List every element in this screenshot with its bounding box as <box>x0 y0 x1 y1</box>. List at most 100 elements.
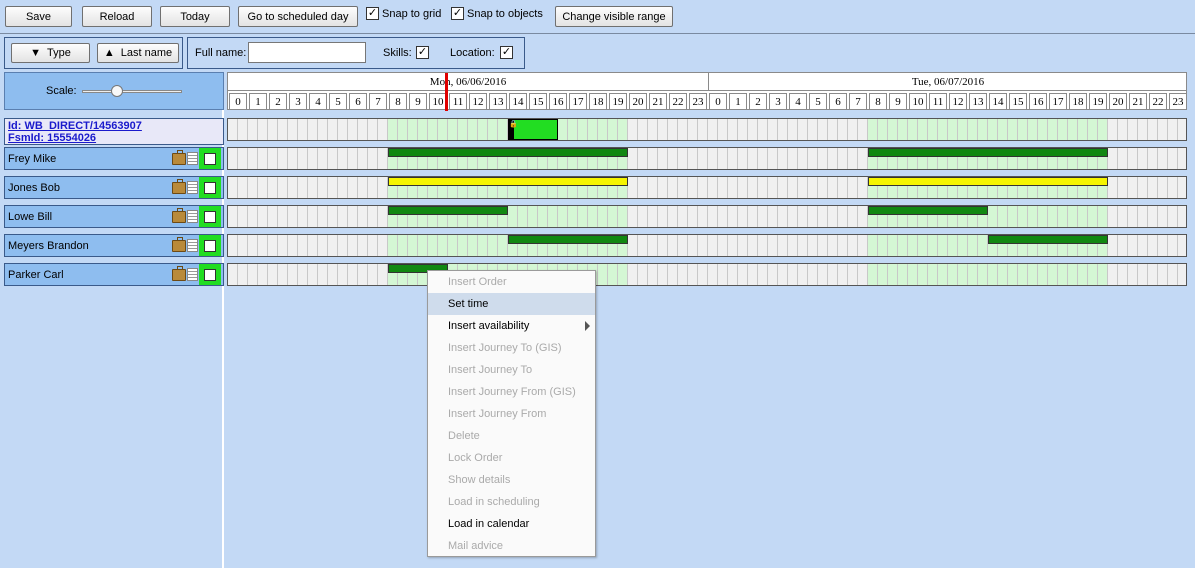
toolbox-icon[interactable] <box>172 265 186 281</box>
availability-bar[interactable] <box>388 206 508 215</box>
hour-label: 1 <box>729 93 747 110</box>
document-icon[interactable] <box>187 239 198 252</box>
hour-label: 18 <box>589 93 607 110</box>
menu-item-label: Insert availability <box>448 320 530 332</box>
toolbox-icon[interactable] <box>172 207 186 223</box>
toolbox-icon[interactable] <box>172 149 186 165</box>
resource-select-checkbox[interactable] <box>199 264 221 285</box>
snap-to-grid-label: Snap to grid <box>382 7 442 20</box>
scale-slider-thumb[interactable] <box>111 85 123 97</box>
menu-item-lock-order[interactable]: Lock Order <box>428 447 595 469</box>
context-menu: Insert Order Set time Insert availability I… <box>427 270 596 557</box>
sort-asc-icon: ▲ <box>103 47 115 59</box>
save-button[interactable]: Save <box>5 6 72 27</box>
resource-schedule-row[interactable] <box>227 205 1187 228</box>
change-visible-range-button[interactable]: Change visible range <box>555 6 673 27</box>
order-id-link[interactable]: Id: WB_DIRECT/14563907 <box>8 120 220 132</box>
snap-to-objects-toggle[interactable]: ✓ Snap to objects <box>451 7 543 20</box>
availability-bar[interactable] <box>868 177 1108 186</box>
resource-row[interactable]: Frey Mike <box>4 147 224 170</box>
order-fsmid-link[interactable]: FsmId: 15554026 <box>8 132 220 144</box>
menu-item-label: Mail advice <box>448 540 504 552</box>
hour-label: 5 <box>809 93 827 110</box>
menu-item-insert-journey-from-gis[interactable]: Insert Journey From (GIS) <box>428 381 595 403</box>
reload-button[interactable]: Reload <box>82 6 152 27</box>
hour-label: 10 <box>909 93 927 110</box>
resource-select-checkbox[interactable] <box>199 177 221 198</box>
hour-label: 0 <box>709 93 727 110</box>
snap-to-grid-checkbox[interactable]: ✓ <box>366 7 379 20</box>
availability-bar[interactable] <box>868 148 1108 157</box>
document-icon[interactable] <box>187 152 198 165</box>
hour-label: 20 <box>629 93 647 110</box>
menu-item-load-in-calendar[interactable]: Load in calendar <box>428 513 595 535</box>
scale-slider-track[interactable] <box>82 90 182 93</box>
resource-select-checkbox[interactable] <box>199 206 221 227</box>
resource-select-checkbox[interactable] <box>199 148 221 169</box>
resource-row[interactable]: Lowe Bill <box>4 205 224 228</box>
fullname-input[interactable] <box>248 42 366 63</box>
document-icon[interactable] <box>187 181 198 194</box>
sort-desc-icon: ▼ <box>30 47 42 59</box>
hour-label: 9 <box>889 93 907 110</box>
document-icon[interactable] <box>187 268 198 281</box>
menu-item-delete[interactable]: Delete <box>428 425 595 447</box>
sort-box: ▼ Type ▲ Last name <box>4 37 183 69</box>
resource-name: Lowe Bill <box>8 210 53 223</box>
hour-label: 16 <box>1029 93 1047 110</box>
menu-item-mail-advice[interactable]: Mail advice <box>428 535 595 557</box>
go-to-scheduled-day-button[interactable]: Go to scheduled day <box>238 6 358 27</box>
hour-label: 4 <box>789 93 807 110</box>
menu-item-insert-journey-to[interactable]: Insert Journey To <box>428 359 595 381</box>
scale-box: Scale: <box>4 72 224 110</box>
menu-item-set-time[interactable]: Set time <box>428 293 595 315</box>
resource-schedule-row[interactable] <box>227 234 1187 257</box>
hour-label: 22 <box>1149 93 1167 110</box>
document-icon[interactable] <box>187 210 198 223</box>
resource-name: Meyers Brandon <box>8 239 89 252</box>
hour-label: 23 <box>1169 93 1187 110</box>
menu-item-show-details[interactable]: Show details <box>428 469 595 491</box>
snap-to-grid-toggle[interactable]: ✓ Snap to grid <box>366 7 441 20</box>
skills-checkbox[interactable]: ✓ <box>416 46 429 59</box>
location-checkbox[interactable]: ✓ <box>500 46 513 59</box>
resource-row[interactable]: Meyers Brandon <box>4 234 224 257</box>
menu-item-insert-journey-from[interactable]: Insert Journey From <box>428 403 595 425</box>
menu-item-load-in-scheduling[interactable]: Load in scheduling <box>428 491 595 513</box>
sort-type-button[interactable]: ▼ Type <box>11 43 90 63</box>
hour-label: 3 <box>769 93 787 110</box>
hour-label: 16 <box>549 93 567 110</box>
menu-item-insert-order[interactable]: Insert Order <box>428 271 595 293</box>
order-schedule-row[interactable]: 🔒 <box>227 118 1187 141</box>
hour-label: 11 <box>449 93 467 110</box>
day-label-tue: Tue, 06/07/2016 <box>708 73 1187 90</box>
resource-schedule-row[interactable] <box>227 263 1187 286</box>
resource-row[interactable]: Jones Bob <box>4 176 224 199</box>
hour-label: 18 <box>1069 93 1087 110</box>
resource-schedule-row[interactable] <box>227 176 1187 199</box>
today-button[interactable]: Today <box>160 6 230 27</box>
resource-row[interactable]: Parker Carl <box>4 263 224 286</box>
toolbox-icon[interactable] <box>172 178 186 194</box>
scale-label: Scale: <box>46 85 77 97</box>
hour-label: 2 <box>749 93 767 110</box>
menu-item-insert-availability[interactable]: Insert availability <box>428 315 595 337</box>
resource-select-checkbox[interactable] <box>199 235 221 256</box>
hour-label: 12 <box>469 93 487 110</box>
resource-schedule-row[interactable] <box>227 147 1187 170</box>
filter-box: Full name: Skills: ✓ Location: ✓ <box>187 37 525 69</box>
availability-bar[interactable] <box>988 235 1108 244</box>
timeline-divider <box>228 90 1186 91</box>
toolbox-icon[interactable] <box>172 236 186 252</box>
hour-label: 14 <box>509 93 527 110</box>
availability-bar[interactable] <box>388 177 628 186</box>
availability-bar[interactable] <box>508 235 628 244</box>
availability-bar[interactable] <box>388 148 628 157</box>
sort-type-label: Type <box>47 47 71 59</box>
menu-item-insert-journey-to-gis[interactable]: Insert Journey To (GIS) <box>428 337 595 359</box>
order-block[interactable]: 🔒 <box>508 119 558 140</box>
snap-to-objects-checkbox[interactable]: ✓ <box>451 7 464 20</box>
sort-lastname-button[interactable]: ▲ Last name <box>97 43 179 63</box>
availability-bar[interactable] <box>868 206 988 215</box>
skills-label: Skills: <box>383 47 412 59</box>
